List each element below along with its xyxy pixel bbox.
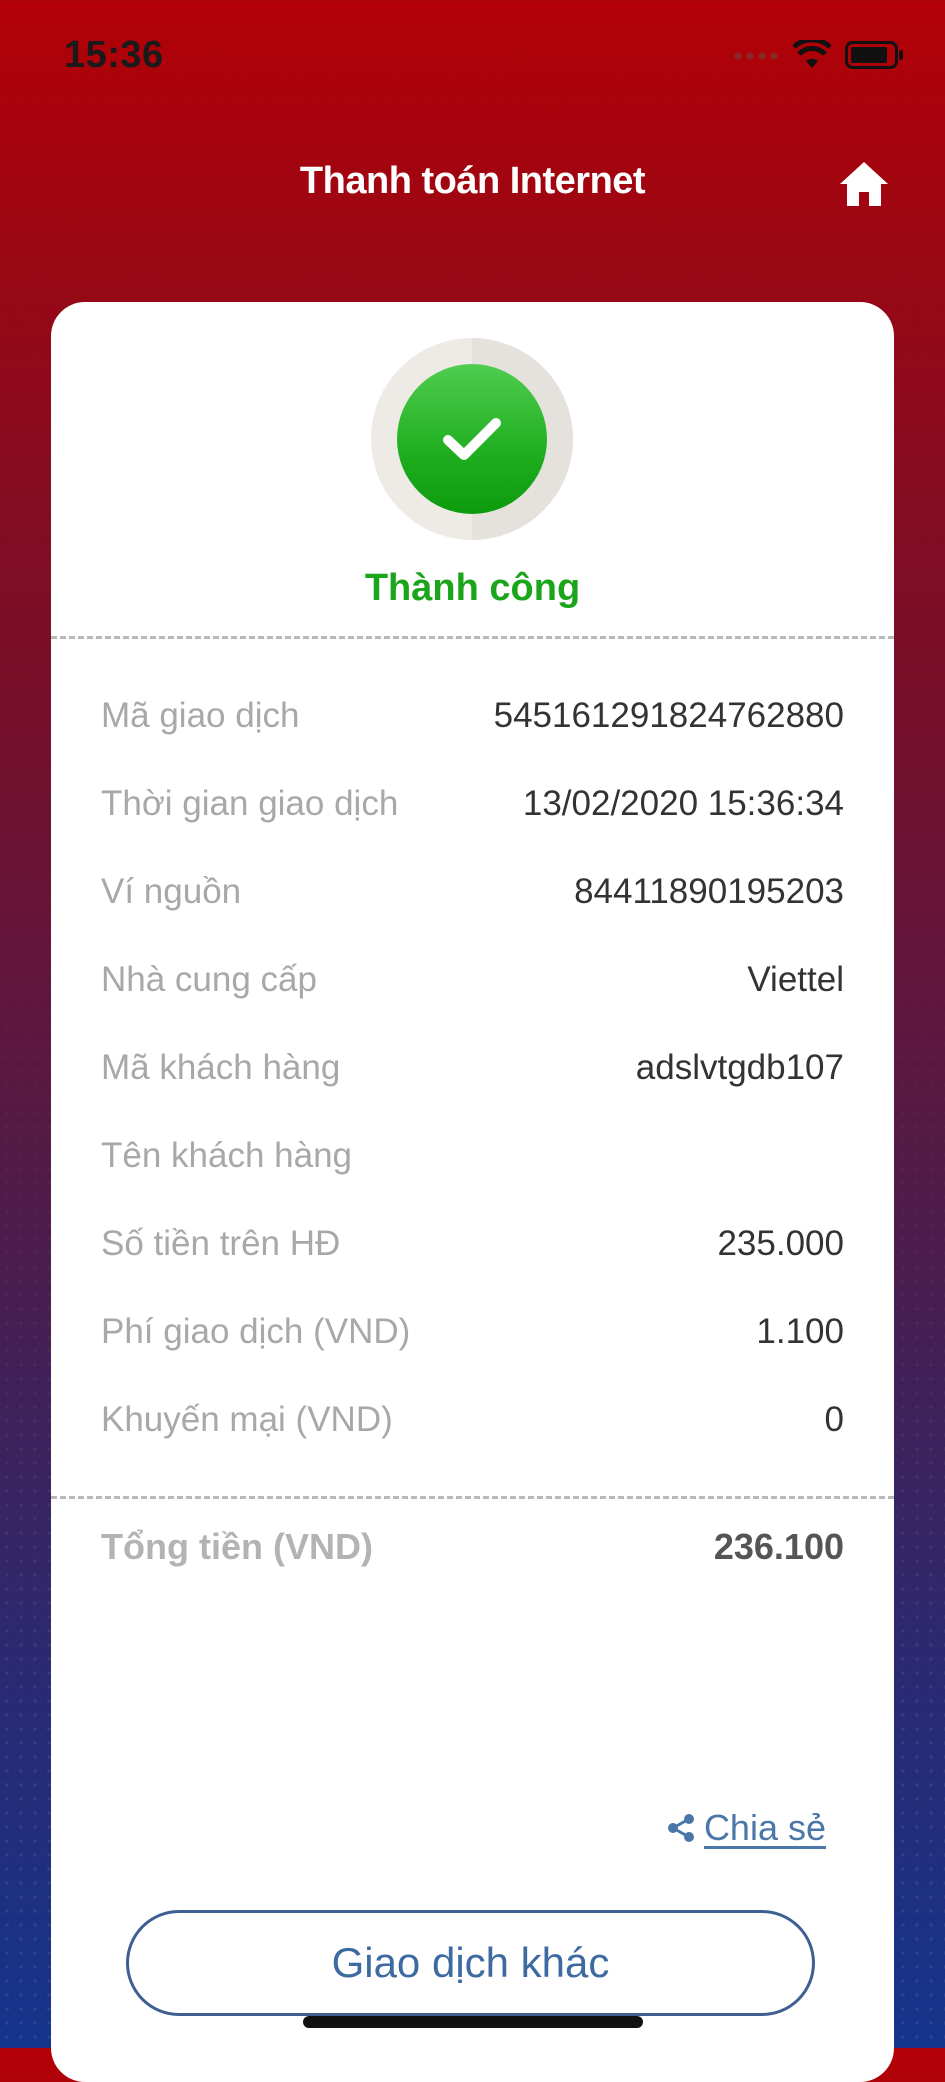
detail-value: 545161291824762880 [493,696,844,735]
home-indicator [303,2016,643,2028]
nav-bar: Thanh toán Internet [0,130,945,240]
detail-value: 13/02/2020 15:36:34 [522,784,844,823]
detail-row-promotion: Khuyến mại (VND) 0 [101,1376,844,1464]
home-button[interactable] [838,158,890,210]
detail-row-customer-name: Tên khách hàng [101,1112,844,1200]
total-row: Tổng tiền (VND) 236.100 [101,1512,844,1582]
detail-label: Phí giao dịch (VND) [101,1312,411,1351]
page-title: Thanh toán Internet [299,160,646,202]
status-icons [733,40,905,70]
detail-label: Khuyến mại (VND) [101,1400,393,1439]
home-icon [840,162,888,206]
detail-value: 1.100 [756,1312,844,1351]
divider [51,636,894,639]
share-label: Chia sẻ [703,1807,826,1848]
detail-value: 235.000 [717,1224,844,1263]
detail-label: Số tiền trên HĐ [101,1224,341,1263]
share-icon [667,1814,694,1842]
detail-row-provider: Nhà cung cấp Viettel [101,936,844,1024]
detail-value: adslvtgdb107 [635,1048,844,1087]
detail-row-fee: Phí giao dịch (VND) 1.100 [101,1288,844,1376]
share-link[interactable]: Chia sẻ [666,1807,826,1849]
detail-label: Thời gian giao dịch [101,784,399,823]
detail-row-transaction-time: Thời gian giao dịch 13/02/2020 15:36:34 [101,760,844,848]
divider [51,1496,894,1499]
receipt-card: Thành công Mã giao dịch 5451612918247628… [51,302,894,2082]
status-bar: 15:36 [0,0,945,110]
detail-row-transaction-id: Mã giao dịch 545161291824762880 [101,672,844,760]
detail-value: 84411890195203 [574,872,844,911]
battery-icon [845,41,903,69]
detail-label: Ví nguồn [101,872,242,911]
success-badge [371,338,573,540]
detail-label: Mã khách hàng [101,1048,341,1087]
detail-row-customer-code: Mã khách hàng adslvtgdb107 [101,1024,844,1112]
detail-value: 0 [824,1400,844,1439]
detail-value: Viettel [747,960,844,999]
detail-label: Mã giao dịch [101,696,300,735]
signal-icon [734,52,778,60]
total-value: 236.100 [713,1526,844,1567]
checkmark-icon [443,418,501,460]
status-time: 15:36 [64,34,164,76]
detail-row-bill-amount: Số tiền trên HĐ 235.000 [101,1200,844,1288]
detail-label: Tên khách hàng [101,1136,353,1175]
detail-row-source-wallet: Ví nguồn 84411890195203 [101,848,844,936]
wifi-icon [793,40,831,68]
success-circle [397,364,547,514]
total-label: Tổng tiền (VND) [101,1526,373,1567]
detail-label: Nhà cung cấp [101,960,317,999]
transaction-details: Mã giao dịch 545161291824762880 Thời gia… [101,672,844,1464]
other-transaction-button[interactable]: Giao dịch khác [126,1910,815,2016]
transaction-status: Thành công [364,567,581,609]
